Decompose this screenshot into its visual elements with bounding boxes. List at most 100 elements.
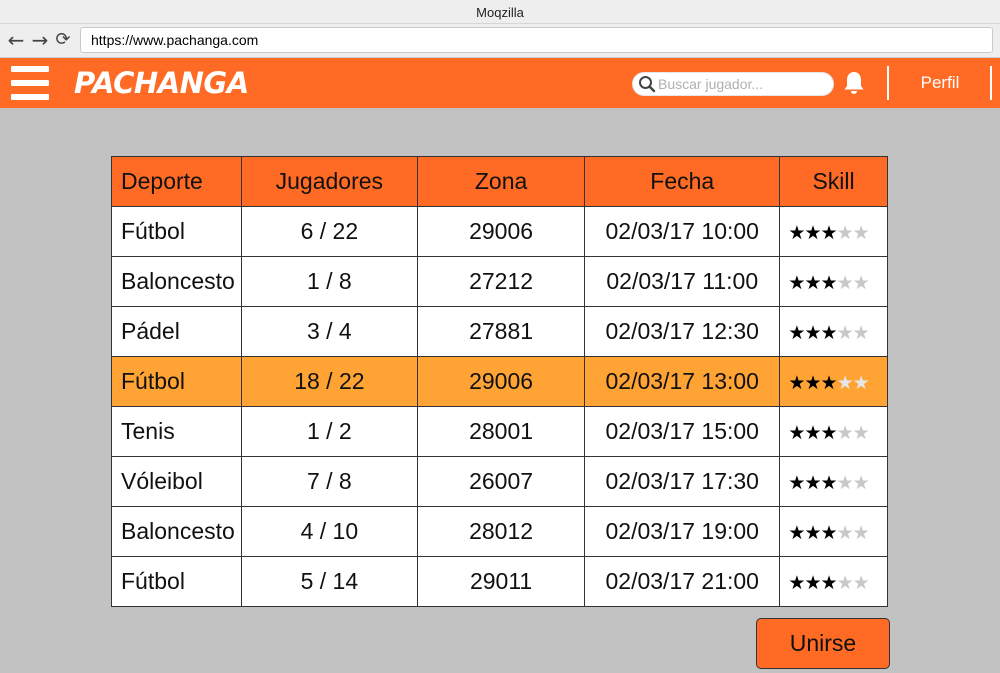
sport-cell: Vóleibol <box>111 456 242 507</box>
star-empty-icon: ★ <box>836 572 854 594</box>
star-filled-icon: ★ <box>788 522 805 544</box>
star-filled-icon: ★ <box>788 222 805 244</box>
column-header-zone[interactable]: Zona <box>416 156 586 207</box>
matches-table: Deporte Jugadores Zona Fecha Skill Fútbo… <box>111 156 888 607</box>
table-row[interactable]: Fútbol 6 / 22 29006 02/03/17 10:00 ★★★★★ <box>111 206 888 257</box>
date-cell: 02/03/17 10:00 <box>584 206 781 257</box>
sport-cell: Baloncesto <box>111 256 242 307</box>
skill-rating: ★★★★★ <box>788 272 870 294</box>
skill-cell: ★★★★★ <box>779 506 888 557</box>
star-filled-icon: ★ <box>804 522 821 544</box>
forward-arrow-icon[interactable]: → <box>29 27 51 53</box>
skill-cell: ★★★★★ <box>779 556 888 607</box>
star-filled-icon: ★ <box>820 472 838 494</box>
star-filled-icon: ★ <box>788 372 805 394</box>
star-empty-icon: ★ <box>852 472 870 494</box>
star-filled-icon: ★ <box>804 322 821 344</box>
skill-rating: ★★★★★ <box>788 422 870 444</box>
star-filled-icon: ★ <box>804 222 821 244</box>
star-filled-icon: ★ <box>820 422 838 444</box>
star-empty-icon: ★ <box>852 222 870 244</box>
search-box[interactable] <box>632 72 834 96</box>
zone-cell: 29011 <box>416 556 586 607</box>
table-row[interactable]: Vóleibol 7 / 8 26007 02/03/17 17:30 ★★★★★ <box>111 456 888 507</box>
players-cell: 18 / 22 <box>240 356 418 407</box>
skill-rating: ★★★★★ <box>788 322 870 344</box>
skill-cell: ★★★★★ <box>779 406 888 457</box>
players-cell: 3 / 4 <box>240 306 418 357</box>
reload-icon[interactable]: ⟳ <box>52 27 74 53</box>
star-empty-icon: ★ <box>836 222 854 244</box>
column-header-date[interactable]: Fecha <box>584 156 781 207</box>
star-filled-icon: ★ <box>804 572 821 594</box>
zone-cell: 27881 <box>416 306 586 357</box>
menu-icon[interactable] <box>11 64 49 102</box>
star-filled-icon: ★ <box>788 422 805 444</box>
star-empty-icon: ★ <box>836 422 854 444</box>
table-row[interactable]: Pádel 3 / 4 27881 02/03/17 12:30 ★★★★★ <box>111 306 888 357</box>
star-filled-icon: ★ <box>820 272 838 294</box>
star-filled-icon: ★ <box>820 572 838 594</box>
star-filled-icon: ★ <box>788 472 805 494</box>
zone-cell: 27212 <box>416 256 586 307</box>
skill-cell: ★★★★★ <box>779 456 888 507</box>
column-header-players[interactable]: Jugadores <box>240 156 418 207</box>
star-empty-icon: ★ <box>852 322 870 344</box>
players-cell: 4 / 10 <box>240 506 418 557</box>
star-filled-icon: ★ <box>820 222 838 244</box>
star-empty-icon: ★ <box>836 522 854 544</box>
skill-cell: ★★★★★ <box>779 206 888 257</box>
star-filled-icon: ★ <box>804 272 821 294</box>
skill-rating: ★★★★★ <box>788 372 870 394</box>
app-header: PACHANGA Perfil <box>0 58 1000 108</box>
table-row[interactable]: Tenis 1 / 2 28001 02/03/17 15:00 ★★★★★ <box>111 406 888 457</box>
table-row[interactable]: Baloncesto 1 / 8 27212 02/03/17 11:00 ★★★★★ <box>111 256 888 307</box>
star-empty-icon: ★ <box>852 272 870 294</box>
table-row[interactable]: Fútbol 18 / 22 29006 02/03/17 13:00 ★★★★★ <box>111 356 888 407</box>
date-cell: 02/03/17 19:00 <box>584 506 781 557</box>
sport-cell: Baloncesto <box>111 506 242 557</box>
star-empty-icon: ★ <box>836 272 854 294</box>
sport-cell: Pádel <box>111 306 242 357</box>
star-filled-icon: ★ <box>804 422 821 444</box>
table-row[interactable]: Fútbol 5 / 14 29011 02/03/17 21:00 ★★★★★ <box>111 556 888 607</box>
zone-cell: 28001 <box>416 406 586 457</box>
star-filled-icon: ★ <box>804 472 821 494</box>
logo[interactable]: PACHANGA <box>74 64 249 102</box>
skill-rating: ★★★★★ <box>788 222 870 244</box>
star-filled-icon: ★ <box>820 322 838 344</box>
star-empty-icon: ★ <box>836 322 854 344</box>
zone-cell: 28012 <box>416 506 586 557</box>
date-cell: 02/03/17 12:30 <box>584 306 781 357</box>
address-bar: ← → ⟳ https://www.pachanga.com <box>0 24 1000 58</box>
skill-rating: ★★★★★ <box>788 522 870 544</box>
star-empty-icon: ★ <box>852 522 870 544</box>
star-empty-icon: ★ <box>836 472 854 494</box>
star-filled-icon: ★ <box>820 372 838 394</box>
zone-cell: 29006 <box>416 356 586 407</box>
column-header-skill[interactable]: Skill <box>779 156 888 207</box>
column-header-sport[interactable]: Deporte <box>111 156 242 207</box>
players-cell: 6 / 22 <box>240 206 418 257</box>
table-row[interactable]: Baloncesto 4 / 10 28012 02/03/17 19:00 ★★★★★ <box>111 506 888 557</box>
profile-link[interactable]: Perfil <box>892 68 988 98</box>
sport-cell: Fútbol <box>111 556 242 607</box>
star-empty-icon: ★ <box>852 422 870 444</box>
players-cell: 7 / 8 <box>240 456 418 507</box>
header-divider <box>990 66 992 100</box>
sport-cell: Fútbol <box>111 206 242 257</box>
star-empty-icon: ★ <box>852 372 870 394</box>
header-divider <box>887 66 889 100</box>
star-empty-icon: ★ <box>836 372 854 394</box>
skill-cell: ★★★★★ <box>779 356 888 407</box>
join-button[interactable]: Unirse <box>756 618 890 669</box>
notification-bell-icon[interactable] <box>842 70 866 96</box>
skill-rating: ★★★★★ <box>788 572 869 594</box>
url-field[interactable]: https://www.pachanga.com <box>80 27 993 53</box>
back-arrow-icon[interactable]: ← <box>5 27 27 53</box>
zone-cell: 26007 <box>416 456 586 507</box>
sport-cell: Fútbol <box>111 356 242 407</box>
players-cell: 5 / 14 <box>240 556 418 607</box>
search-input[interactable] <box>658 75 828 93</box>
players-cell: 1 / 2 <box>240 406 418 457</box>
